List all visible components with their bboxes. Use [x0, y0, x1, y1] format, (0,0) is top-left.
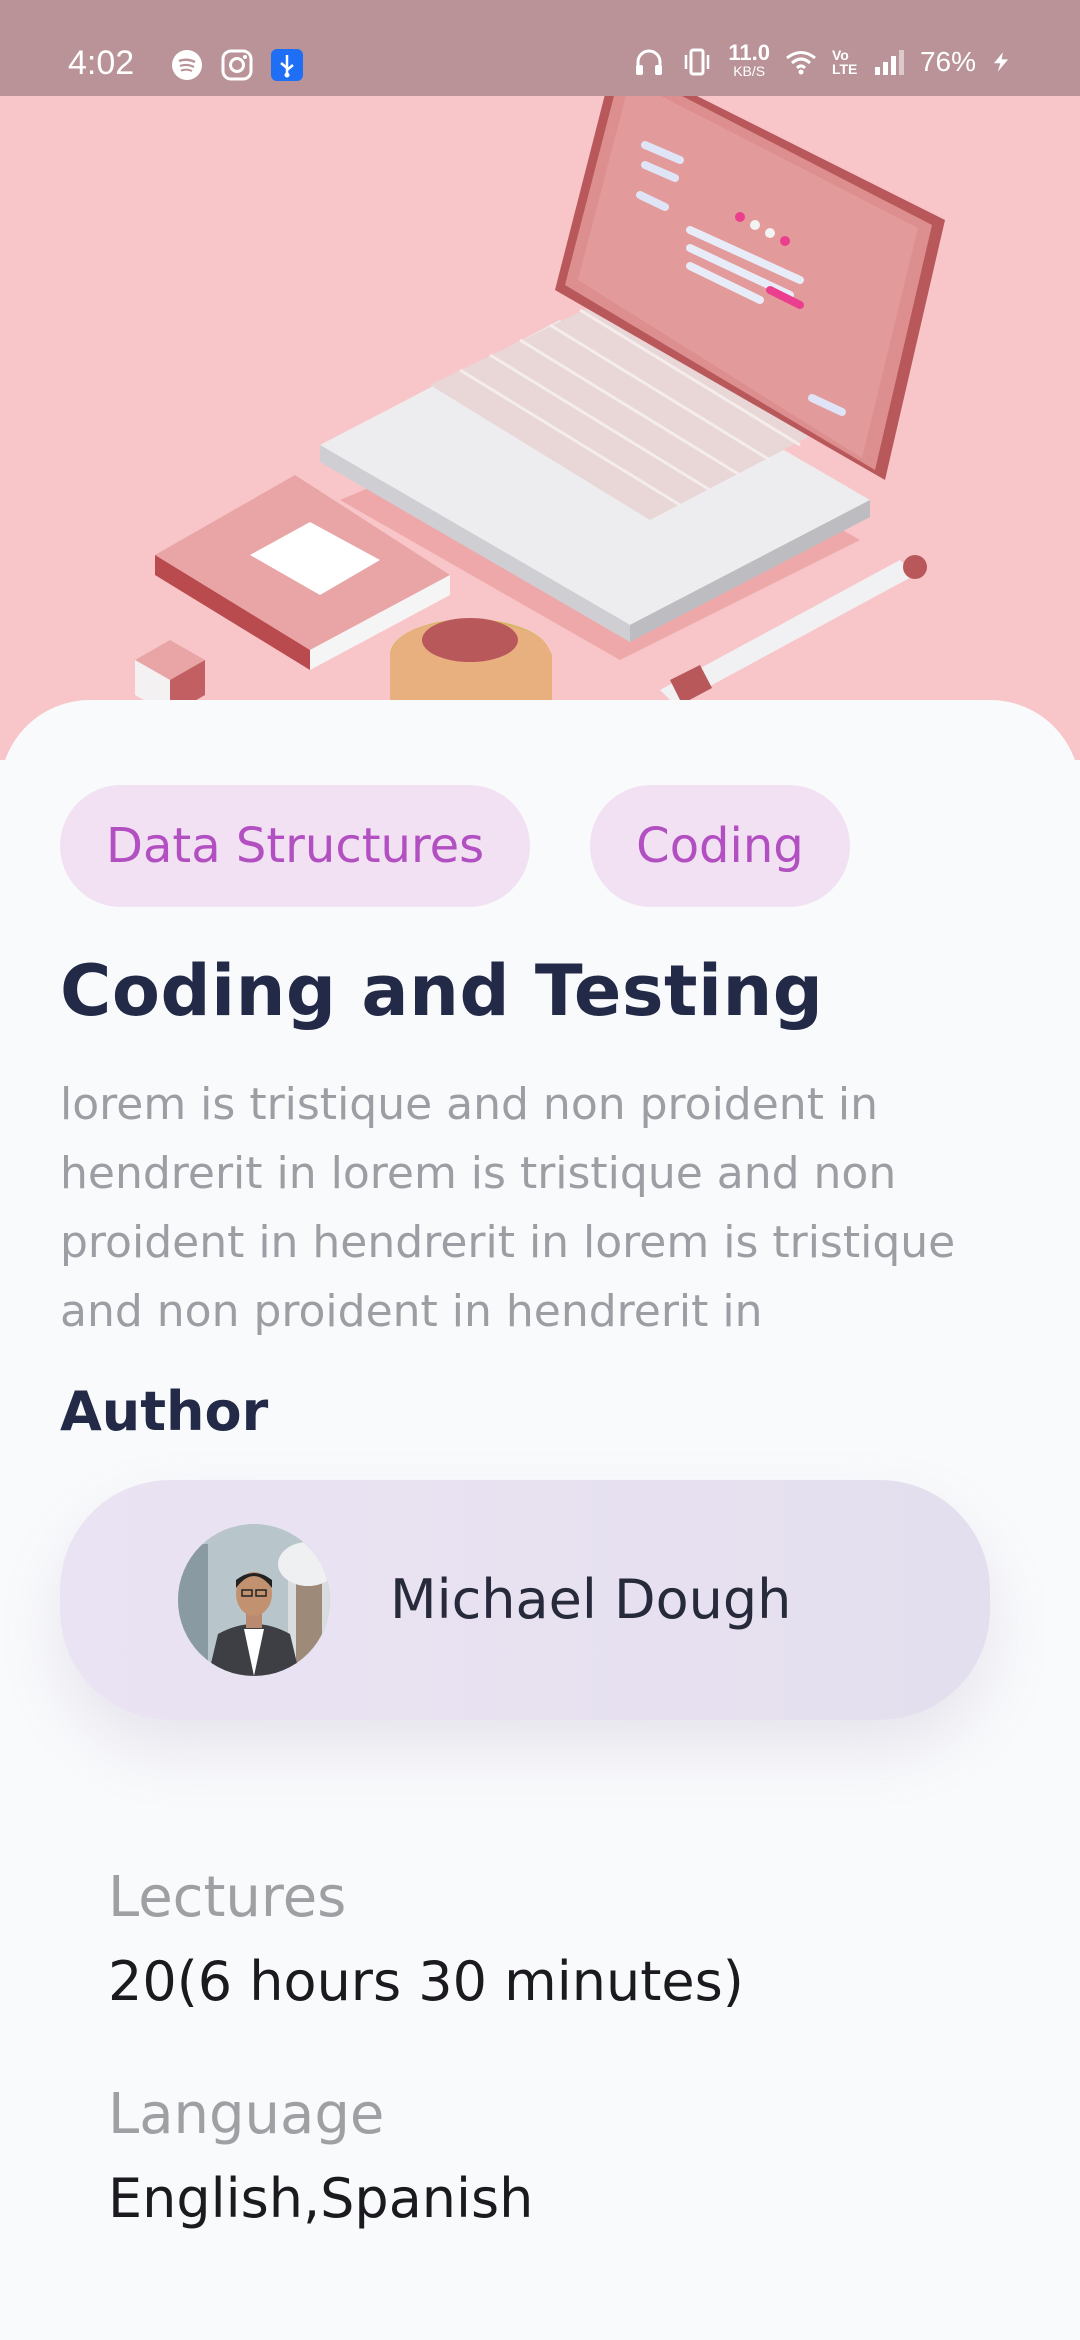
tag-chip-coding[interactable]: Coding [590, 785, 850, 907]
lectures-label: Lectures [108, 1865, 347, 1930]
lectures-value: 20(6 hours 30 minutes) [108, 1950, 744, 2013]
network-speed: 11.0 KB/S [728, 40, 770, 80]
wifi-icon [786, 51, 816, 75]
avatar [178, 1524, 330, 1676]
author-card[interactable]: Michael Dough [60, 1480, 990, 1720]
language-label: Language [108, 2082, 385, 2147]
charging-icon [993, 52, 1009, 72]
laptop-illustration [135, 55, 945, 715]
course-description: lorem is tristique and non proident in h… [60, 1079, 956, 1337]
spotify-icon [172, 50, 202, 80]
vibrate-icon [685, 48, 710, 76]
tag-list: Data Structures Coding [60, 785, 850, 907]
course-detail-card: Data Structures Coding Coding and Testin… [0, 700, 1080, 2340]
language-value: English,Spanish [108, 2167, 534, 2230]
status-time: 4:02 [68, 44, 135, 82]
author-heading: Author [60, 1380, 269, 1443]
signal-icon [874, 50, 904, 75]
course-title: Coding and Testing [60, 950, 824, 1032]
headphones-icon [636, 49, 663, 75]
usb-icon [271, 49, 303, 81]
instagram-icon [221, 49, 253, 81]
author-photo [178, 1524, 330, 1676]
battery-percentage: 76% [919, 46, 976, 77]
status-bar: 4:02 11.0 KB/S Vo LTE 76% [0, 0, 1080, 96]
author-name: Michael Dough [390, 1568, 792, 1631]
volte-icon: Vo LTE [831, 47, 858, 77]
net-speed-value: 11.0 [728, 40, 770, 65]
hero-illustration [0, 0, 1080, 760]
net-speed-unit: KB/S [733, 63, 766, 79]
tag-chip-data-structures[interactable]: Data Structures [60, 785, 531, 907]
